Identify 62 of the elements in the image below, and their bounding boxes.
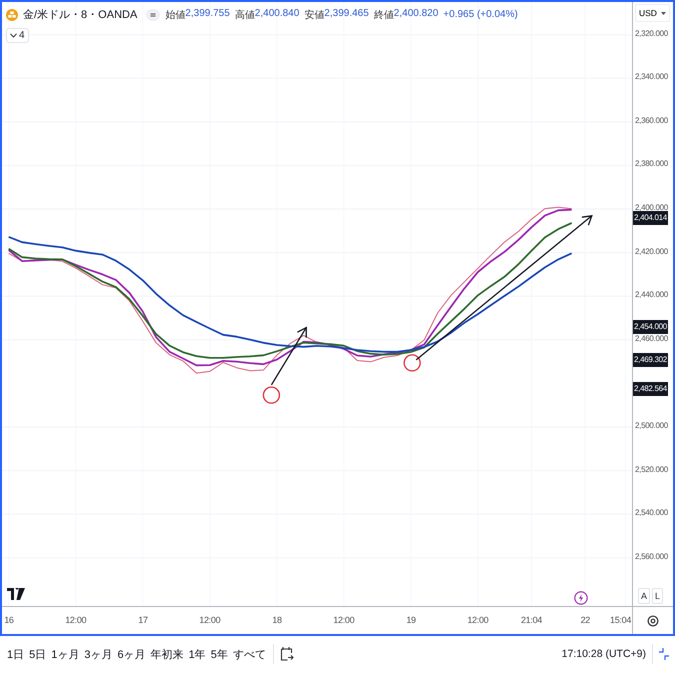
axis-label: 2,420.000: [635, 246, 668, 256]
settings-icon[interactable]: [647, 614, 659, 626]
time-label: 12:00: [199, 615, 220, 625]
range-button[interactable]: 5年: [210, 644, 229, 664]
axis-label: 2,520.000: [635, 464, 668, 474]
range-button[interactable]: 5日: [28, 644, 48, 664]
price-change: +0.965 (+0.04%): [443, 9, 518, 20]
axis-label: 2,500.000: [635, 420, 668, 430]
price-label: 2,482.564: [633, 382, 668, 396]
calendar-goto-icon[interactable]: [280, 646, 294, 662]
axis-label: 2,380.000: [635, 159, 668, 168]
ohlc-label: 終値: [374, 8, 394, 22]
axis-label: 2,320.000: [635, 28, 668, 38]
circle-mark: [404, 354, 421, 372]
chart-logo-icon: [7, 588, 25, 600]
time-label: 12:00: [333, 615, 354, 625]
range-button[interactable]: 3ヶ月: [83, 644, 114, 664]
time-label: 12:00: [65, 615, 86, 625]
axis-label: 2,400.000: [635, 203, 668, 212]
ohlc-value: 2,399.755: [185, 8, 230, 18]
time-label: 21:04: [520, 615, 542, 625]
axis-mode-button[interactable]: A: [638, 588, 650, 604]
ohlc-label: 安値: [304, 8, 324, 22]
arrow: [270, 326, 307, 386]
chevron-icon: [10, 33, 17, 38]
time-label: 17: [138, 615, 148, 625]
time-label: 22: [580, 615, 590, 625]
axis-label: 2,360.000: [635, 116, 668, 125]
time-label: 16: [4, 615, 14, 625]
lightning-icon[interactable]: [574, 591, 588, 605]
ohlc-label: 高値: [234, 8, 255, 22]
symbol-title: 金/米ドル・8・OANDA: [23, 8, 138, 22]
axis-label: 2,440.000: [635, 290, 668, 300]
range-button[interactable]: 6ヶ月: [116, 644, 147, 664]
price-label: 2,469.302: [633, 353, 668, 368]
range-button[interactable]: 1ヶ月: [50, 644, 80, 664]
ohlc-label: 始値: [165, 8, 186, 22]
price-label: 2,404.014: [633, 210, 668, 225]
time-label: 19: [406, 615, 416, 625]
equals-icon[interactable]: [146, 8, 160, 20]
axis-label: 2,540.000: [635, 508, 668, 518]
clock-time: 17:10:28 (UTC+9): [562, 648, 646, 660]
ohlc-value: 2,400.820: [394, 8, 438, 18]
range-button[interactable]: 1年: [188, 644, 207, 664]
axis-label: 2,560.000: [635, 552, 668, 561]
axis-label: 2,340.000: [635, 72, 668, 82]
ohlc-value: 2,400.840: [254, 8, 300, 18]
currency-dropdown[interactable]: USD: [635, 4, 670, 22]
range-button[interactable]: 1日: [6, 644, 26, 664]
range-button[interactable]: すべて: [232, 644, 267, 664]
expand-icon[interactable]: [659, 648, 669, 660]
indicators-toggle[interactable]: 4: [6, 28, 29, 43]
caret-icon: [661, 12, 666, 14]
axis-mode-button[interactable]: L: [652, 588, 664, 604]
ohlc-value: 2,399.465: [324, 8, 369, 18]
price-label: 2,454.000: [633, 320, 668, 334]
range-button[interactable]: 年初来: [150, 644, 185, 664]
time-label: 15:04: [610, 615, 632, 625]
axis-label: 2,460.000: [635, 334, 668, 343]
time-label: 18: [272, 615, 282, 625]
time-label: 12:00: [467, 615, 488, 625]
circle-mark: [262, 386, 280, 404]
